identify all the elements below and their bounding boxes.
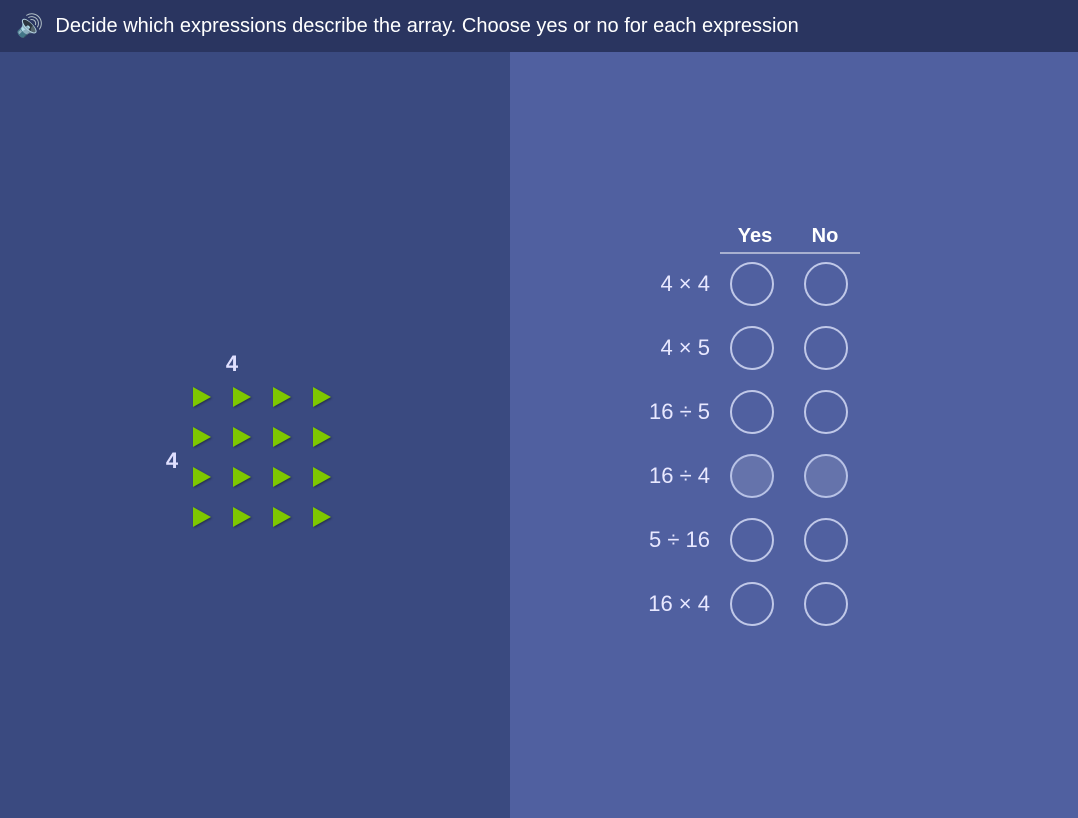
radio-group-4: [730, 454, 848, 498]
array-cell-1-2: [228, 383, 256, 411]
right-panel: Yes No 4 × 4 4 × 5 16 ÷ 5: [510, 52, 1078, 818]
speaker-icon[interactable]: 🔊: [16, 13, 43, 39]
array-cell-4-2: [228, 503, 256, 531]
array-cell-1-3: [268, 383, 296, 411]
radio-group-6: [730, 582, 848, 626]
left-panel: 4 4: [0, 52, 510, 818]
expression-row-2: 4 × 5: [550, 326, 848, 370]
expr1-no-radio[interactable]: [804, 262, 848, 306]
array-cell-2-1: [188, 423, 216, 451]
array-row-wrapper: 4: [166, 383, 344, 539]
expr3-yes-radio[interactable]: [730, 390, 774, 434]
array-cell-4-3: [268, 503, 296, 531]
expression-label-2: 4 × 5: [550, 335, 730, 361]
expression-label-4: 16 ÷ 4: [550, 463, 730, 489]
expr6-yes-radio[interactable]: [730, 582, 774, 626]
expr5-yes-radio[interactable]: [730, 518, 774, 562]
expression-row-5: 5 ÷ 16: [550, 518, 848, 562]
expression-label-6: 16 × 4: [550, 591, 730, 617]
expr3-no-radio[interactable]: [804, 390, 848, 434]
array-cell-4-4: [308, 503, 336, 531]
radio-group-2: [730, 326, 848, 370]
radio-group-1: [730, 262, 848, 306]
array-cell-1-4: [308, 383, 336, 411]
expr6-no-radio[interactable]: [804, 582, 848, 626]
array-cell-3-2: [228, 463, 256, 491]
array-grid: [188, 383, 344, 539]
header-text: Decide which expressions describe the ar…: [55, 15, 798, 38]
expr4-no-radio[interactable]: [804, 454, 848, 498]
header-bar: 🔊 Decide which expressions describe the …: [0, 0, 1078, 52]
array-cell-1-1: [188, 383, 216, 411]
expression-row-1: 4 × 4: [550, 262, 848, 306]
radio-group-5: [730, 518, 848, 562]
array-cell-2-3: [268, 423, 296, 451]
array-cell-2-4: [308, 423, 336, 451]
expression-row-6: 16 × 4: [550, 582, 848, 626]
expr2-yes-radio[interactable]: [730, 326, 774, 370]
expression-row-4: 16 ÷ 4: [550, 454, 848, 498]
expr5-no-radio[interactable]: [804, 518, 848, 562]
array-cell-3-1: [188, 463, 216, 491]
expression-label-1: 4 × 4: [550, 271, 730, 297]
expr4-yes-radio[interactable]: [730, 454, 774, 498]
main-content: 4 4: [0, 52, 1078, 818]
array-cell-3-4: [308, 463, 336, 491]
array-label-top: 4: [226, 351, 238, 377]
array-label-left: 4: [166, 448, 178, 474]
expr2-no-radio[interactable]: [804, 326, 848, 370]
yes-column-header: Yes: [720, 225, 790, 254]
array-cell-3-3: [268, 463, 296, 491]
radio-group-3: [730, 390, 848, 434]
column-headers: Yes No: [720, 225, 860, 254]
array-cell-4-1: [188, 503, 216, 531]
expression-label-5: 5 ÷ 16: [550, 527, 730, 553]
array-visualization: 4 4: [166, 351, 344, 539]
expr1-yes-radio[interactable]: [730, 262, 774, 306]
expression-label-3: 16 ÷ 5: [550, 399, 730, 425]
expression-row-3: 16 ÷ 5: [550, 390, 848, 434]
no-column-header: No: [790, 225, 860, 254]
array-cell-2-2: [228, 423, 256, 451]
